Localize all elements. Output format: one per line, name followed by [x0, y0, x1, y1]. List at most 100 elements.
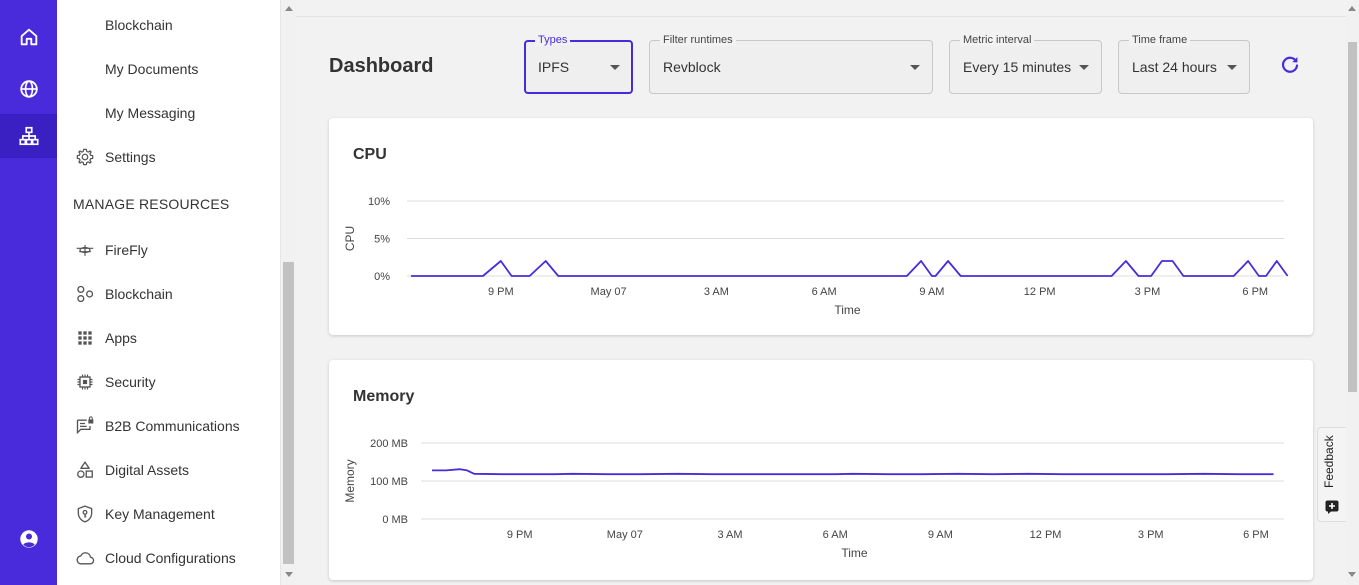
sidebar-item-label: Cloud Configurations	[105, 550, 236, 566]
sidebar-item-my-messaging[interactable]: My Messaging	[57, 98, 280, 128]
y-tick-label: 100 MB	[370, 476, 408, 488]
sidebar-item-digital-assets[interactable]: Digital Assets	[57, 455, 280, 485]
sidebar-item-apps[interactable]: Apps	[57, 323, 280, 353]
x-tick-label: May 07	[591, 286, 627, 298]
x-tick-label: 12 PM	[1030, 529, 1062, 541]
sidebar-item-blockchain[interactable]: Blockchain	[57, 279, 280, 309]
metric-interval-label: Metric interval	[960, 34, 1035, 46]
types-select-label: Types	[535, 34, 571, 46]
sidebar-item-b2b-communications[interactable]: B2B Communications	[57, 411, 280, 441]
refresh-button[interactable]	[1278, 53, 1302, 77]
x-tick-label: 12 PM	[1024, 286, 1056, 298]
x-tick-label: 9 AM	[928, 529, 953, 541]
sidebar-item-label: My Documents	[105, 61, 199, 77]
sidebar-item-firefly[interactable]: FireFly	[57, 235, 280, 265]
y-tick-label: 200 MB	[370, 438, 408, 450]
x-tick-label: 9 AM	[919, 286, 944, 298]
y-tick-label: 5%	[374, 234, 390, 246]
memory-chart-card: Memory 0 MB 100 MB 200 MB 9 PM May 07 3 AM 6 A…	[329, 360, 1313, 580]
x-tick-label: 3 PM	[1135, 286, 1161, 298]
x-tick-label: 9 PM	[488, 286, 514, 298]
time-frame-label: Time frame	[1129, 34, 1191, 46]
x-tick-label: 6 AM	[823, 529, 848, 541]
sidebar-item-label: Settings	[105, 149, 156, 165]
x-axis-label: Time	[841, 546, 868, 560]
app-rail	[0, 0, 57, 585]
sidebar-item-label: Security	[105, 374, 156, 390]
sidebar-item-label: My Messaging	[105, 105, 196, 121]
sidebar-item-label: FireFly	[105, 242, 148, 258]
account-icon	[19, 530, 38, 548]
feedback-tab[interactable]: Feedback	[1317, 427, 1346, 522]
main-scrollbar[interactable]	[1346, 0, 1359, 585]
y-tick-label: 10%	[368, 196, 390, 208]
message-lock-icon	[74, 415, 96, 437]
x-tick-label: 3 AM	[717, 529, 742, 541]
sidebar-item-blockchain-sub[interactable]: Blockchain	[57, 10, 280, 40]
chip-icon	[74, 371, 96, 393]
shield-key-icon	[74, 503, 96, 525]
sidebar-item-settings[interactable]: Settings	[57, 142, 280, 172]
sidebar-item-my-documents[interactable]: My Documents	[57, 54, 280, 84]
y-tick-label: 0%	[374, 271, 390, 283]
chevron-down-icon	[1227, 65, 1237, 70]
x-tick-label: 6 PM	[1243, 529, 1269, 541]
sidebar-scrollbar-thumb[interactable]	[283, 262, 294, 564]
x-tick-label: 3 AM	[704, 286, 729, 298]
scroll-down-arrow-icon[interactable]	[1348, 572, 1356, 577]
y-axis-label: CPU	[343, 226, 357, 251]
sidebar-scrollbar[interactable]	[280, 0, 296, 585]
rail-account-button[interactable]	[0, 517, 57, 561]
metric-interval-value: Every 15 minutes	[963, 59, 1072, 75]
section-heading-manage-resources: MANAGE RESOURCES	[73, 196, 230, 212]
x-tick-label: 6 PM	[1242, 286, 1268, 298]
home-icon	[20, 28, 37, 46]
x-tick-label: 6 AM	[812, 286, 837, 298]
sidebar: Blockchain My Documents My Messaging Set…	[57, 0, 280, 585]
sidebar-item-security[interactable]: Security	[57, 367, 280, 397]
chevron-down-icon	[910, 65, 920, 70]
rail-network-button[interactable]	[0, 114, 57, 158]
time-frame-select[interactable]: Time frame Last 24 hours	[1118, 34, 1250, 94]
firefly-icon	[74, 239, 96, 261]
types-select-value: IPFS	[538, 59, 570, 75]
sidebar-item-label: B2B Communications	[105, 418, 240, 434]
chevron-down-icon	[1079, 65, 1089, 70]
x-tick-label: 3 PM	[1138, 529, 1164, 541]
x-axis-label: Time	[834, 303, 861, 317]
memory-chart: 0 MB 100 MB 200 MB 9 PM May 07 3 AM 6 AM 9 AM 12…	[343, 438, 1284, 560]
x-tick-label: May 07	[607, 529, 643, 541]
rail-home-button[interactable]	[0, 15, 57, 59]
refresh-icon	[1281, 56, 1299, 73]
apps-grid-icon	[74, 327, 96, 349]
network-icon	[18, 126, 39, 146]
globe-icon	[19, 80, 38, 98]
series-line	[432, 468, 1274, 476]
metric-interval-select[interactable]: Metric interval Every 15 minutes	[949, 34, 1102, 94]
blockchain-icon	[74, 283, 96, 305]
cpu-chart-card: CPU 0% 5% 10% 9 PM May 07 3 AM 6 AM 9 AM 12 PM 3 …	[329, 118, 1313, 335]
scroll-up-arrow-icon[interactable]	[285, 6, 293, 11]
cloud-icon	[74, 547, 96, 569]
scroll-down-arrow-icon[interactable]	[285, 572, 293, 577]
sidebar-item-label: Blockchain	[105, 17, 173, 33]
x-tick-label: 9 PM	[507, 529, 533, 541]
main-scrollbar-thumb[interactable]	[1348, 42, 1357, 392]
series-line	[411, 260, 1289, 277]
types-select[interactable]: Types IPFS	[524, 34, 633, 94]
sidebar-item-key-management[interactable]: Key Management	[57, 499, 280, 529]
filter-runtimes-select[interactable]: Filter runtimes Revblock	[649, 34, 933, 94]
shapes-icon	[74, 459, 96, 481]
y-tick-label: 0 MB	[382, 514, 408, 526]
gear-icon	[74, 146, 96, 168]
feedback-icon	[1325, 500, 1339, 514]
sidebar-item-label: Key Management	[105, 506, 215, 522]
feedback-label: Feedback	[1322, 435, 1336, 488]
rail-globe-button[interactable]	[0, 67, 57, 111]
sidebar-item-label: Blockchain	[105, 286, 173, 302]
time-frame-value: Last 24 hours	[1132, 59, 1217, 75]
sidebar-item-label: Apps	[105, 330, 137, 346]
top-strip	[296, 0, 1346, 17]
sidebar-item-cloud-configurations[interactable]: Cloud Configurations	[57, 543, 280, 573]
scroll-up-arrow-icon[interactable]	[1348, 6, 1356, 11]
